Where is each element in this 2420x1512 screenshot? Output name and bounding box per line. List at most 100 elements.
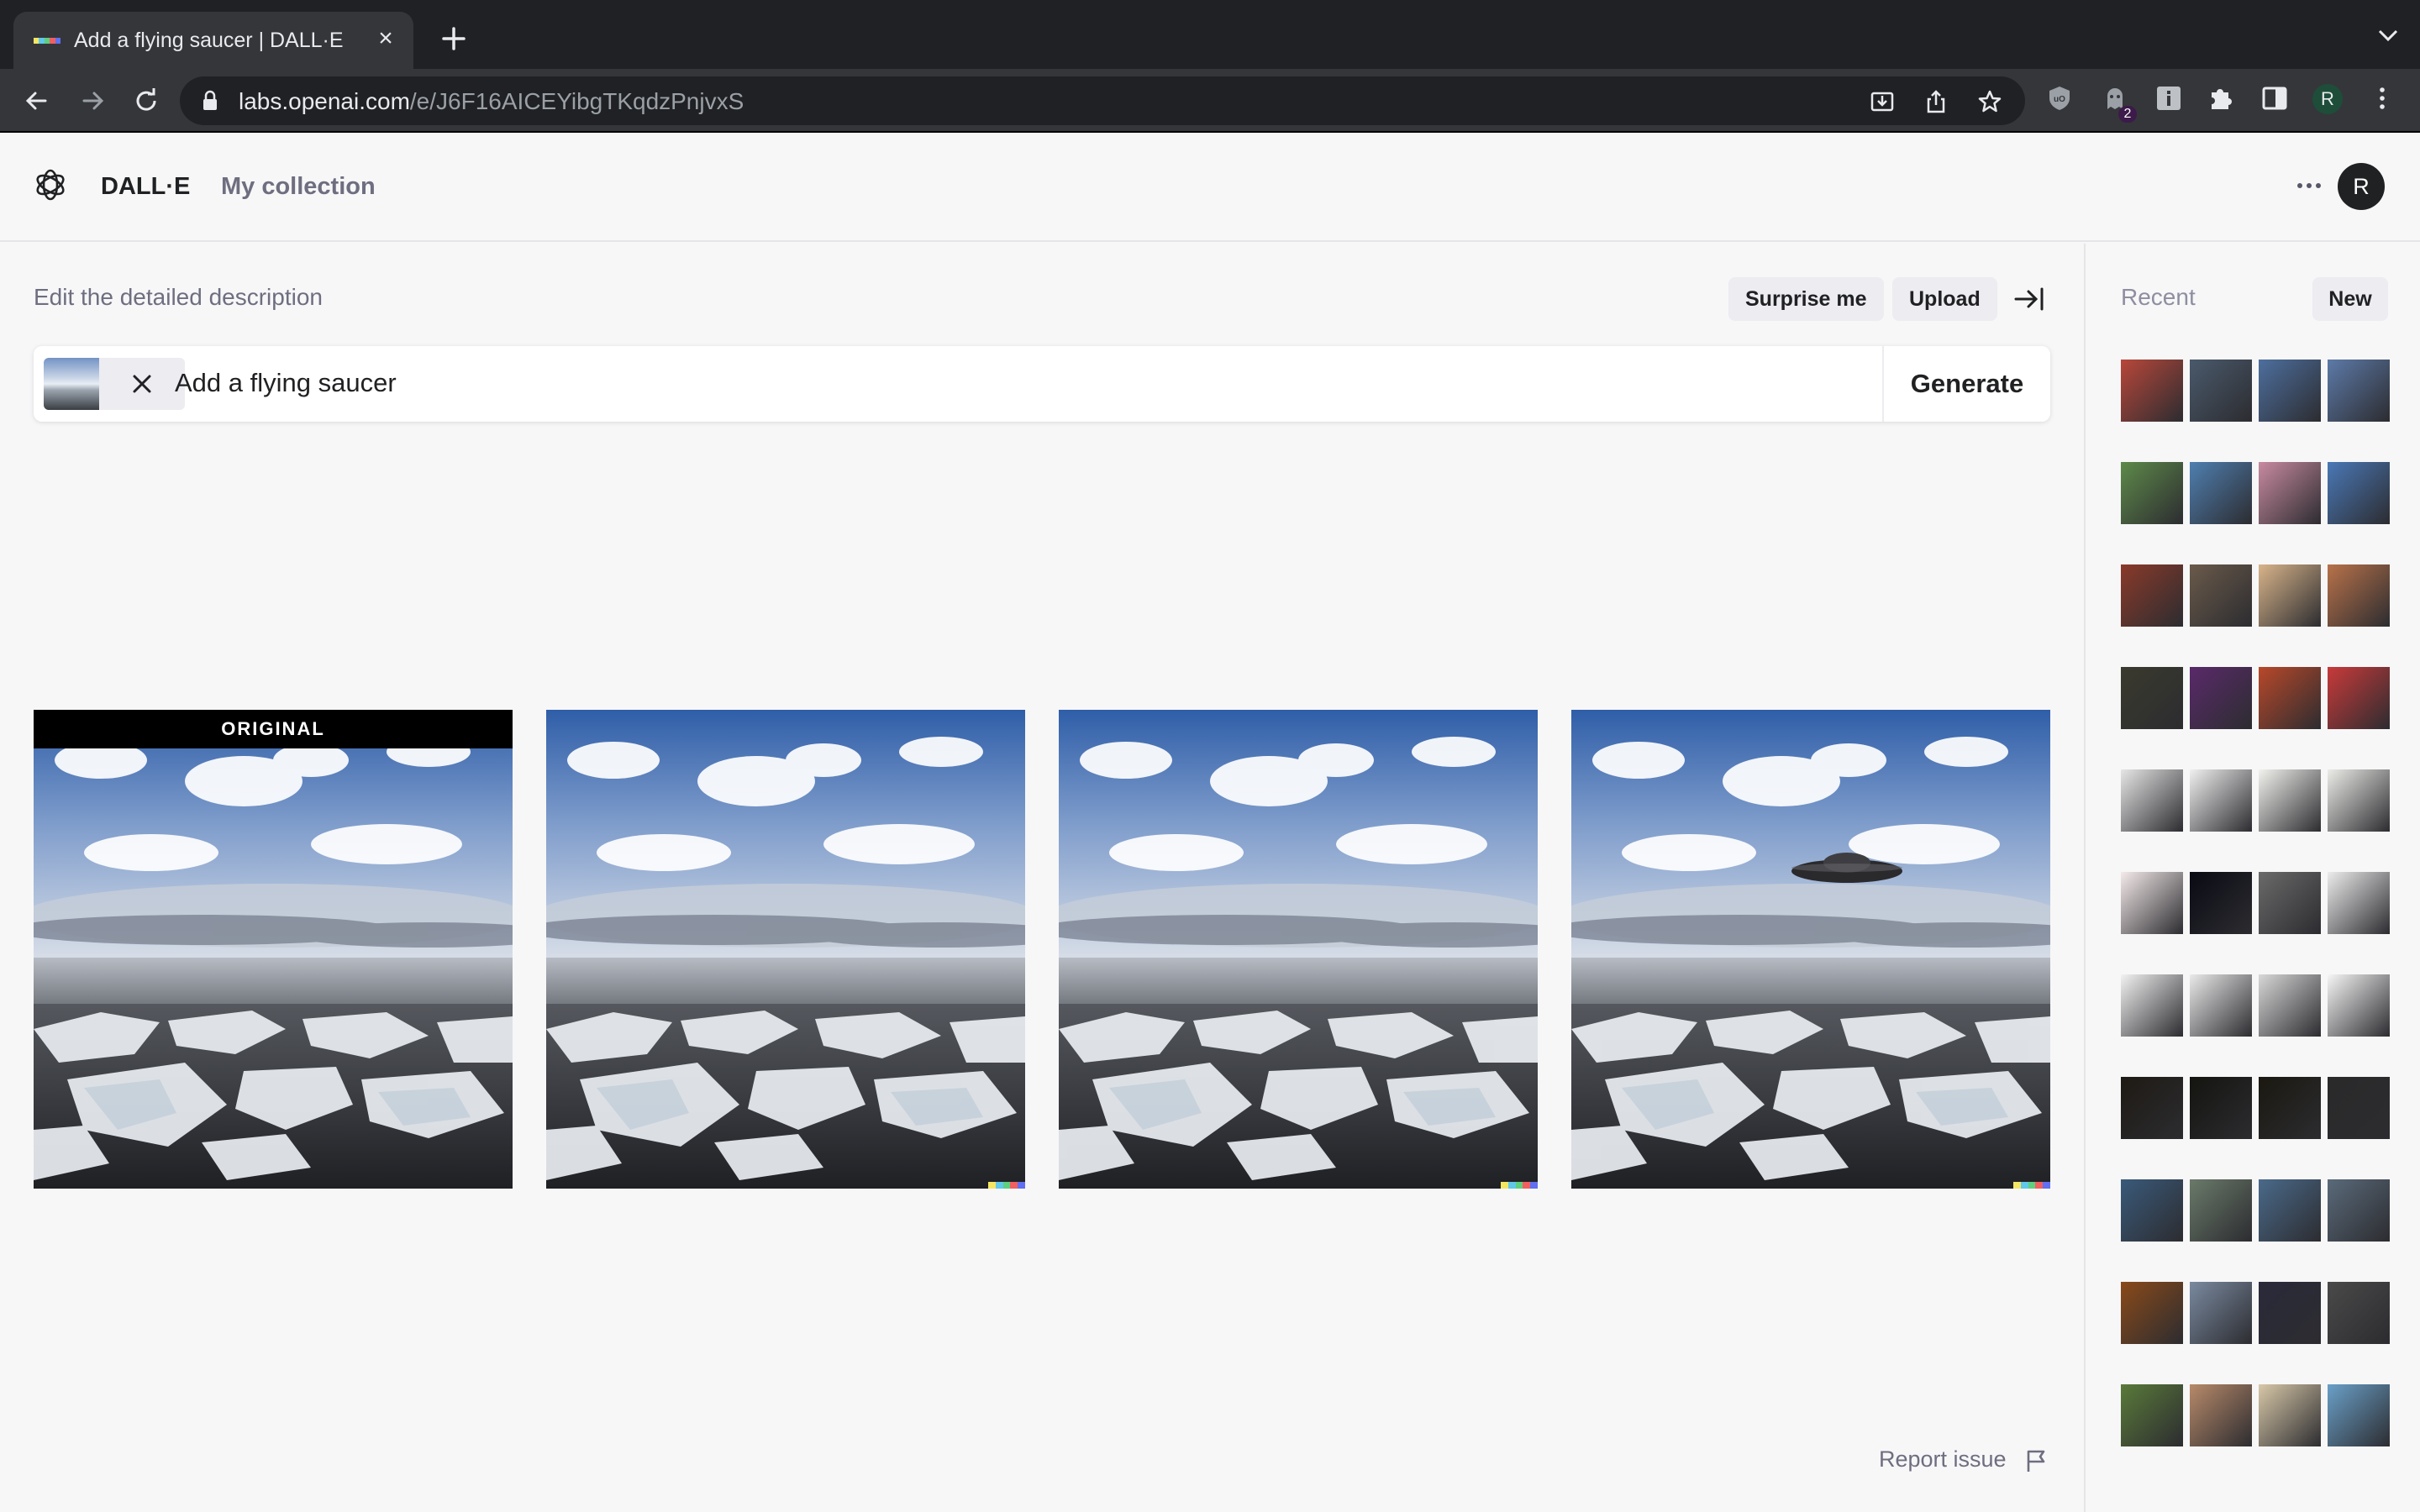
recent-thumbnail[interactable]: [2190, 667, 2252, 729]
prompt-bar: Add a flying saucer Generate: [34, 346, 2050, 422]
recent-thumbnail[interactable]: [2121, 872, 2183, 934]
url-host: labs.openai.com: [239, 88, 410, 114]
recent-thumbnail[interactable]: [2259, 667, 2321, 729]
recent-thumbnail[interactable]: [2121, 1077, 2183, 1139]
signature-stripe: [2035, 1182, 2044, 1189]
recent-thumbnail[interactable]: [2190, 1384, 2252, 1446]
recent-thumbnail[interactable]: [2190, 974, 2252, 1037]
signature-stripe: [1018, 1182, 1025, 1189]
signature-stripe: [2013, 1182, 2021, 1189]
signature-stripe: [995, 1182, 1003, 1189]
recent-thumbnail[interactable]: [2190, 564, 2252, 627]
recent-thumbnail[interactable]: [2328, 1077, 2390, 1139]
recent-thumbnail[interactable]: [2328, 462, 2390, 524]
recent-thumbnail[interactable]: [2121, 667, 2183, 729]
signature-stripe: [1002, 1182, 1011, 1189]
recent-thumbnail[interactable]: [2328, 769, 2390, 832]
recent-title: Recent: [2121, 284, 2196, 310]
dalle-signature-icon: [988, 1182, 1025, 1189]
dalle-signature-icon: [1501, 1182, 1538, 1189]
recent-thumbnail[interactable]: [2190, 462, 2252, 524]
svg-text:uO: uO: [2054, 95, 2065, 104]
recent-thumbnail[interactable]: [2190, 769, 2252, 832]
forward-icon[interactable]: [76, 84, 109, 118]
browser-profile-avatar[interactable]: R: [2312, 84, 2343, 114]
recent-thumbnail[interactable]: [2259, 769, 2321, 832]
recent-thumbnail[interactable]: [2121, 1282, 2183, 1344]
recent-thumbnail[interactable]: [2328, 872, 2390, 934]
recent-thumbnail[interactable]: [2259, 462, 2321, 524]
prompt-input[interactable]: Add a flying saucer: [175, 368, 397, 398]
recent-thumbnail[interactable]: [2259, 872, 2321, 934]
recent-thumbnail[interactable]: [2259, 360, 2321, 422]
reload-icon[interactable]: [129, 84, 163, 118]
bookmark-star-icon[interactable]: [1976, 88, 2003, 115]
upload-button[interactable]: Upload: [1892, 277, 1997, 321]
tab-search-chevron-icon[interactable]: [2376, 27, 2400, 44]
result-image-variation[interactable]: [546, 710, 1025, 1189]
recent-thumbnail[interactable]: [2121, 974, 2183, 1037]
recent-thumbnail[interactable]: [2190, 1077, 2252, 1139]
recent-thumbnail[interactable]: [2259, 1179, 2321, 1242]
recent-thumbnail[interactable]: [2121, 564, 2183, 627]
recent-thumbnail[interactable]: [2328, 360, 2390, 422]
remove-image-button[interactable]: [99, 358, 185, 410]
flag-icon[interactable]: [2025, 1448, 2047, 1473]
recent-thumbnail[interactable]: [2121, 462, 2183, 524]
share-icon[interactable]: [1923, 88, 1949, 115]
ublock-extension-icon[interactable]: uO: [2045, 84, 2074, 113]
new-tab-icon[interactable]: [437, 22, 471, 55]
side-panel-icon[interactable]: [2260, 84, 2289, 113]
recent-thumbnail[interactable]: [2259, 974, 2321, 1037]
report-issue-link[interactable]: Report issue: [1879, 1446, 2007, 1473]
favicon-stripe: [55, 38, 61, 44]
result-image-original[interactable]: ORIGINAL: [34, 710, 513, 1189]
url-text[interactable]: labs.openai.com/e/J6F16AICEYibgTKqdzPnjv…: [239, 88, 744, 115]
nav-my-collection[interactable]: My collection: [221, 173, 376, 201]
result-image-variation[interactable]: [1571, 710, 2050, 1189]
recent-thumbnail[interactable]: [2328, 974, 2390, 1037]
close-icon: [133, 375, 151, 393]
surprise-me-button[interactable]: Surprise me: [1728, 277, 1884, 321]
recent-thumbnail[interactable]: [2190, 360, 2252, 422]
recent-thumbnail[interactable]: [2259, 1077, 2321, 1139]
recent-thumbnail[interactable]: [2259, 564, 2321, 627]
recent-thumbnail[interactable]: [2121, 360, 2183, 422]
new-button[interactable]: New: [2312, 277, 2388, 321]
recent-thumbnail[interactable]: [2259, 1282, 2321, 1344]
browser-tab[interactable]: Add a flying saucer | DALL·E ×: [13, 12, 413, 69]
openai-logo-icon[interactable]: [32, 166, 69, 203]
recent-thumbnail[interactable]: [2121, 769, 2183, 832]
generate-button[interactable]: Generate: [1882, 346, 2050, 422]
install-app-icon[interactable]: [1869, 88, 1896, 115]
user-avatar[interactable]: R: [2338, 163, 2385, 210]
recent-thumbnail[interactable]: [2328, 667, 2390, 729]
recent-thumbnail[interactable]: [2190, 1282, 2252, 1344]
tab-close-icon[interactable]: ×: [373, 26, 398, 52]
address-bar[interactable]: labs.openai.com/e/J6F16AICEYibgTKqdzPnjv…: [180, 76, 2025, 125]
recent-thumbnail[interactable]: [2121, 1179, 2183, 1242]
recent-sidebar: Recent New: [2084, 244, 2420, 1512]
recent-thumbnail[interactable]: [2121, 1384, 2183, 1446]
recent-thumbnail[interactable]: [2328, 564, 2390, 627]
browser-menu-icon[interactable]: [2368, 84, 2396, 113]
recent-thumbnail[interactable]: [2328, 1384, 2390, 1446]
back-icon[interactable]: [20, 84, 54, 118]
result-image-variation[interactable]: [1059, 710, 1538, 1189]
collapse-sidebar-icon[interactable]: [2013, 286, 2045, 312]
source-image-thumbnail[interactable]: [44, 358, 99, 410]
recent-thumbnail[interactable]: [2259, 1384, 2321, 1446]
signature-stripe: [988, 1182, 996, 1189]
landscape-scene: [1059, 710, 1538, 1189]
recent-thumbnail[interactable]: [2328, 1282, 2390, 1344]
more-options-icon[interactable]: [2292, 173, 2326, 198]
signature-stripe: [2028, 1182, 2036, 1189]
recent-thumbnail[interactable]: [2190, 872, 2252, 934]
brand-name[interactable]: DALL·E: [101, 173, 190, 201]
recent-thumbnail[interactable]: [2328, 1179, 2390, 1242]
extensions-puzzle-icon[interactable]: [2207, 84, 2235, 113]
info-extension-icon[interactable]: [2154, 84, 2183, 113]
recent-thumbnail[interactable]: [2190, 1179, 2252, 1242]
lock-icon[interactable]: [202, 90, 218, 112]
signature-stripe: [2043, 1182, 2050, 1189]
